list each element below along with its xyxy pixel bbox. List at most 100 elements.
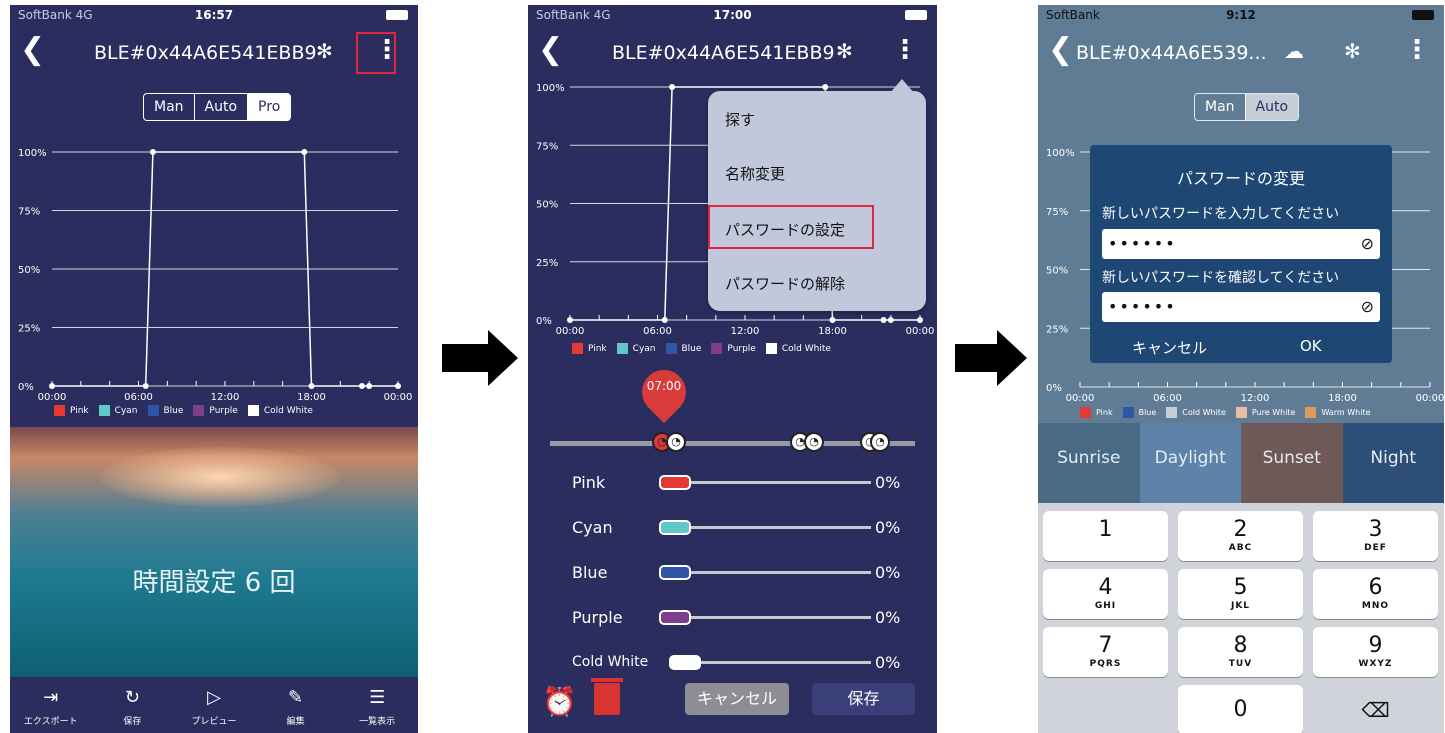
mode-man-button[interactable]: Man <box>144 94 195 120</box>
mode-man-button[interactable]: Man <box>1195 94 1246 120</box>
slider-track[interactable] <box>701 661 871 664</box>
slider-knob[interactable] <box>659 475 691 490</box>
x-tick-label: 18:00 <box>818 326 847 337</box>
trash-icon[interactable] <box>591 678 623 715</box>
cloud-sync-icon[interactable]: ☁ <box>1284 39 1304 63</box>
data-point <box>822 84 829 90</box>
menu-item-rename[interactable]: 名称変更 <box>725 163 785 184</box>
eye-off-icon[interactable]: ⊘ <box>1361 297 1374 316</box>
chevron-left-icon[interactable]: ❮ <box>538 35 563 65</box>
clock-icon[interactable]: ◔ <box>870 432 890 452</box>
chevron-left-icon[interactable]: ❮ <box>1048 35 1073 65</box>
nav-label: 編集 <box>286 717 305 727</box>
data-point <box>829 317 836 323</box>
arrow-right-icon <box>442 330 518 386</box>
bluetooth-icon[interactable]: ✻ <box>316 39 333 63</box>
data-point <box>358 383 365 389</box>
scene-daylight[interactable]: Daylight <box>1139 423 1241 503</box>
screen-schedule: SoftBank 4G 16:57 ❮ BLE#0x44A6E541EBB9 ✻… <box>10 5 418 733</box>
legend-item: Pink <box>1080 407 1113 418</box>
key-digit: 9 <box>1368 633 1383 658</box>
list-icon: ☰ <box>369 687 386 708</box>
list-button[interactable]: ☰ 一覧表示 <box>336 677 418 733</box>
mode-auto-button[interactable]: Auto <box>1245 94 1299 120</box>
key-letters: GHI <box>1094 601 1117 611</box>
y-tick-label: 100% <box>18 148 47 159</box>
mode-auto-button[interactable]: Auto <box>195 94 249 120</box>
nav-bar: ❮ BLE#0x44A6E541EBB9 ✻ ⋮ <box>10 25 418 81</box>
dialog-cancel-button[interactable]: キャンセル <box>1132 337 1207 358</box>
dialog-ok-button[interactable]: OK <box>1300 337 1322 355</box>
channel-slider-purple: Purple 0% <box>572 608 912 628</box>
channel-value: 0% <box>875 518 901 537</box>
more-vertical-icon[interactable]: ⋮ <box>892 35 918 65</box>
more-vertical-icon[interactable]: ⋮ <box>1404 35 1430 65</box>
save-button[interactable]: ↻ 保存 <box>92 677 174 733</box>
channel-slider-blue: Blue 0% <box>572 563 912 583</box>
preview-button[interactable]: ▷ プレビュー <box>173 677 255 733</box>
edit-icon: ✎ <box>288 687 304 708</box>
y-tick-label: 75% <box>1046 207 1068 218</box>
key-1[interactable]: 1 <box>1043 511 1168 561</box>
backspace-key[interactable]: ⌫ <box>1313 685 1438 733</box>
edit-button[interactable]: ✎ 編集 <box>255 677 337 733</box>
chevron-left-icon[interactable]: ❮ <box>20 35 45 65</box>
channel-value: 0% <box>875 473 901 492</box>
confirm-password-field[interactable]: •••••• ⊘ <box>1102 292 1380 322</box>
slider-track[interactable] <box>691 571 871 574</box>
legend-label: Blue <box>1138 408 1157 417</box>
slider-track[interactable] <box>691 526 871 529</box>
clock-icon[interactable]: ◔ <box>666 432 686 452</box>
slider-knob[interactable] <box>659 610 691 625</box>
data-point <box>142 383 149 389</box>
status-time: 9:12 <box>1226 8 1256 22</box>
menu-item-search[interactable]: 探す <box>725 109 755 130</box>
key-7[interactable]: 7 PQRS <box>1043 627 1168 677</box>
mode-pro-button[interactable]: Pro <box>248 94 291 120</box>
clock-icon[interactable]: ◔ <box>804 432 824 452</box>
save-button[interactable]: 保存 <box>812 683 915 715</box>
schedule-chart: 0% 25% 50% 75% 100% 00:00 06:00 12:00 18:00 00:00 <box>18 148 412 403</box>
slider-knob[interactable] <box>659 565 691 580</box>
legend-label: Pink <box>1096 408 1113 417</box>
alarm-add-icon[interactable]: ⏰ <box>542 685 577 718</box>
new-password-field[interactable]: •••••• ⊘ <box>1102 229 1380 259</box>
eye-off-icon[interactable]: ⊘ <box>1361 234 1374 253</box>
scene-night[interactable]: Night <box>1342 423 1444 503</box>
battery-icon <box>905 10 927 20</box>
key-0[interactable]: 0 <box>1178 685 1303 733</box>
status-time: 16:57 <box>194 8 234 22</box>
legend-label: Pink <box>70 405 89 416</box>
x-tick-label: 00:00 <box>556 326 585 337</box>
slider-track[interactable] <box>691 616 871 619</box>
data-point <box>917 317 923 323</box>
key-6[interactable]: 6 MNO <box>1313 569 1438 619</box>
status-time: 17:00 <box>713 8 752 22</box>
highlight-box <box>356 32 396 74</box>
export-button[interactable]: ⇥ エクスポート <box>10 677 92 733</box>
battery-icon <box>1412 10 1434 20</box>
bluetooth-icon[interactable]: ✻ <box>836 39 853 63</box>
key-3[interactable]: 3 DEF <box>1313 511 1438 561</box>
key-letters: TUV <box>1228 659 1253 669</box>
key-5[interactable]: 5 JKL <box>1178 569 1303 619</box>
x-tick-label: 00:00 <box>1066 393 1095 404</box>
channel-slider-cold-white: Cold White 0% <box>572 653 912 673</box>
scene-sunset[interactable]: Sunset <box>1241 423 1343 503</box>
key-letters: WXYZ <box>1358 659 1393 669</box>
password-value: •••••• <box>1108 297 1177 316</box>
key-digit: 6 <box>1368 575 1383 600</box>
bluetooth-icon[interactable]: ✻ <box>1344 39 1361 63</box>
scene-sunrise[interactable]: Sunrise <box>1038 423 1140 503</box>
data-point <box>308 383 315 389</box>
cancel-button[interactable]: キャンセル <box>685 683 789 715</box>
key-8[interactable]: 8 TUV <box>1178 627 1303 677</box>
slider-knob[interactable] <box>669 655 701 670</box>
slider-knob[interactable] <box>659 520 691 535</box>
menu-item-remove-password[interactable]: パスワードの解除 <box>725 273 845 294</box>
change-password-dialog: パスワードの変更 新しいパスワードを入力してください •••••• ⊘ 新しいパ… <box>1090 145 1392 363</box>
key-9[interactable]: 9 WXYZ <box>1313 627 1438 677</box>
key-4[interactable]: 4 GHI <box>1043 569 1168 619</box>
key-2[interactable]: 2 ABC <box>1178 511 1303 561</box>
slider-track[interactable] <box>691 481 871 484</box>
